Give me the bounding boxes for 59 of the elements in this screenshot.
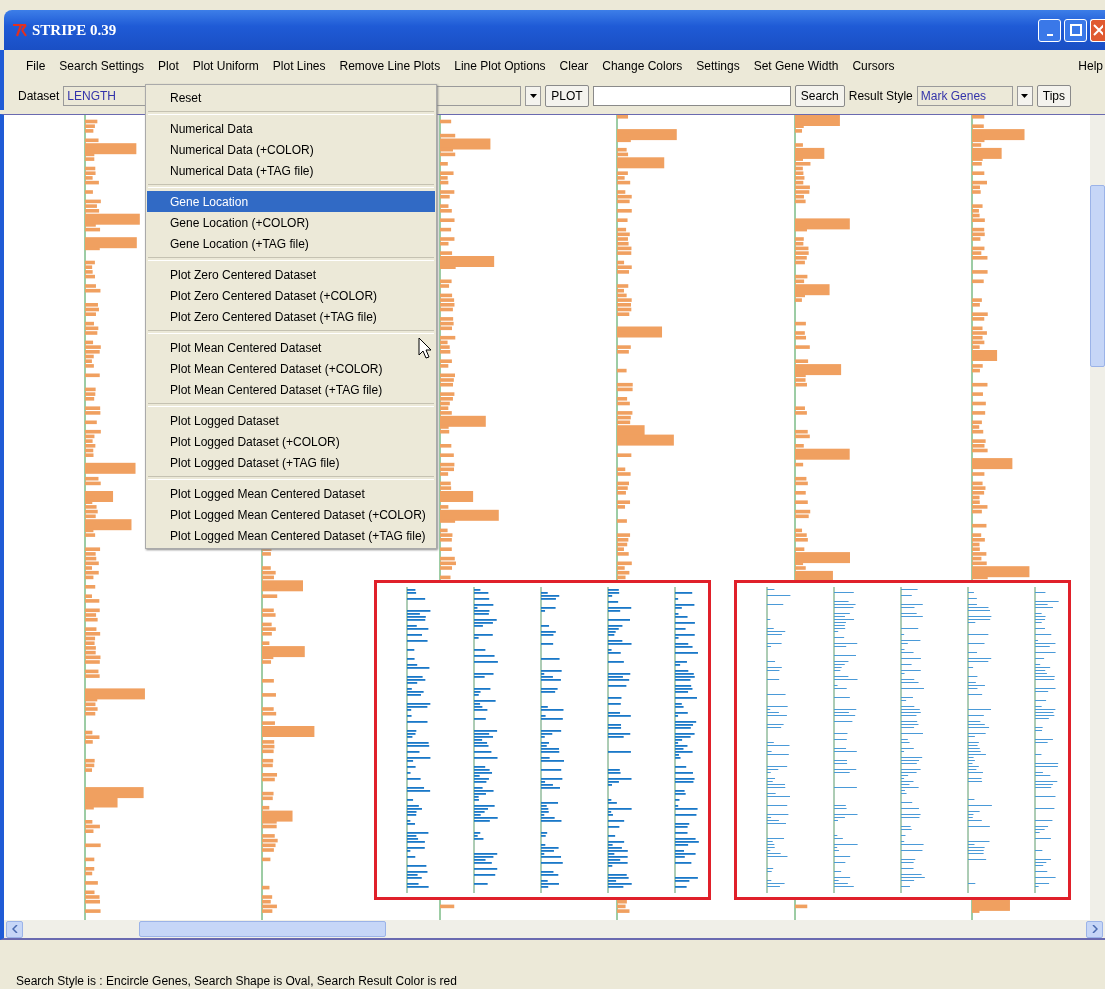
menu-option[interactable]: Numerical Data (+COLOR): [147, 139, 435, 160]
search-field[interactable]: [592, 86, 791, 106]
vertical-scrollbar[interactable]: [1090, 115, 1105, 920]
menu-option[interactable]: Reset: [147, 87, 435, 108]
menu-option[interactable]: Plot Logged Dataset: [147, 410, 435, 431]
maximize-icon: [1069, 24, 1082, 36]
scroll-left-button[interactable]: [6, 920, 23, 938]
menu-option[interactable]: Plot Zero Centered Dataset (+COLOR): [147, 285, 435, 306]
tips-button[interactable]: Tips: [1036, 85, 1071, 107]
menu-option[interactable]: Plot Logged Dataset (+TAG file): [147, 452, 435, 473]
menu-item[interactable]: Search Settings: [59, 57, 145, 75]
menu-item[interactable]: Settings: [696, 57, 740, 75]
menu-item[interactable]: Help: [1078, 59, 1105, 73]
caret-icon: [529, 94, 537, 98]
result-style-dropdown[interactable]: Mark Genes: [916, 86, 1013, 106]
maximize-button[interactable]: [1064, 18, 1087, 42]
plot-button[interactable]: PLOT: [545, 85, 589, 107]
scroll-thumb[interactable]: [1090, 185, 1105, 367]
mouse-pointer-icon: [418, 337, 432, 359]
minimize-icon: [1046, 34, 1053, 36]
menu-option[interactable]: Plot Logged Mean Centered Dataset (+COLOR): [147, 504, 435, 525]
menu-option[interactable]: Plot Logged Mean Centered Dataset: [147, 483, 435, 504]
scroll-right-button[interactable]: [1086, 920, 1103, 938]
menu-option[interactable]: Gene Location (+TAG file): [147, 233, 435, 254]
menu-item[interactable]: Remove Line Plots: [339, 57, 441, 75]
close-icon: [1093, 24, 1103, 36]
menu-option[interactable]: Plot Logged Mean Centered Dataset (+TAG file): [147, 525, 435, 546]
menu-item[interactable]: Plot Lines: [272, 57, 326, 75]
search-button[interactable]: Search: [794, 85, 845, 107]
menu-option[interactable]: Plot Logged Dataset (+COLOR): [147, 431, 435, 452]
menu-option[interactable]: Plot Zero Centered Dataset (+TAG file): [147, 306, 435, 327]
menu-item[interactable]: Clear: [559, 57, 589, 75]
menu-option[interactable]: Numerical Data (+TAG file): [147, 160, 435, 181]
menu-item[interactable]: Plot Uniform: [192, 57, 259, 75]
menu-option[interactable]: Plot Mean Centered Dataset (+COLOR): [147, 358, 435, 379]
dropdown-button[interactable]: [525, 86, 542, 106]
scroll-thumb[interactable]: [139, 921, 386, 937]
menu-item[interactable]: Set Gene Width: [753, 57, 839, 75]
menu-option[interactable]: Numerical Data: [147, 118, 435, 139]
close-button[interactable]: [1090, 18, 1105, 42]
menu-item[interactable]: File: [26, 57, 46, 75]
window-title: STRIPE 0.39: [32, 21, 117, 39]
menu-option[interactable]: Gene Location (+COLOR): [147, 212, 435, 233]
menu-item[interactable]: Line Plot Options: [454, 57, 546, 75]
status-text: Search Style is : Encircle Genes, Search Shape is Oval, Search Result Color is red: [16, 974, 457, 988]
result-style-label: Result Style: [848, 89, 913, 103]
menu-item[interactable]: Cursors: [852, 57, 895, 75]
menu-option[interactable]: Plot Zero Centered Dataset: [147, 264, 435, 285]
menu-option[interactable]: Plot Mean Centered Dataset: [147, 337, 435, 358]
minimize-button[interactable]: [1038, 18, 1061, 42]
horizontal-scrollbar[interactable]: [0, 920, 1105, 940]
menu-option[interactable]: Gene Location: [147, 191, 435, 212]
menu-item[interactable]: Change Colors: [602, 57, 683, 75]
menu-item[interactable]: Plot: [158, 57, 179, 75]
dataset-label: Dataset: [18, 89, 60, 103]
menu-option[interactable]: Plot Mean Centered Dataset (+TAG file): [147, 379, 435, 400]
caret-icon: [1021, 94, 1029, 98]
dropdown-button[interactable]: [1016, 86, 1033, 106]
app-icon: [12, 23, 28, 37]
